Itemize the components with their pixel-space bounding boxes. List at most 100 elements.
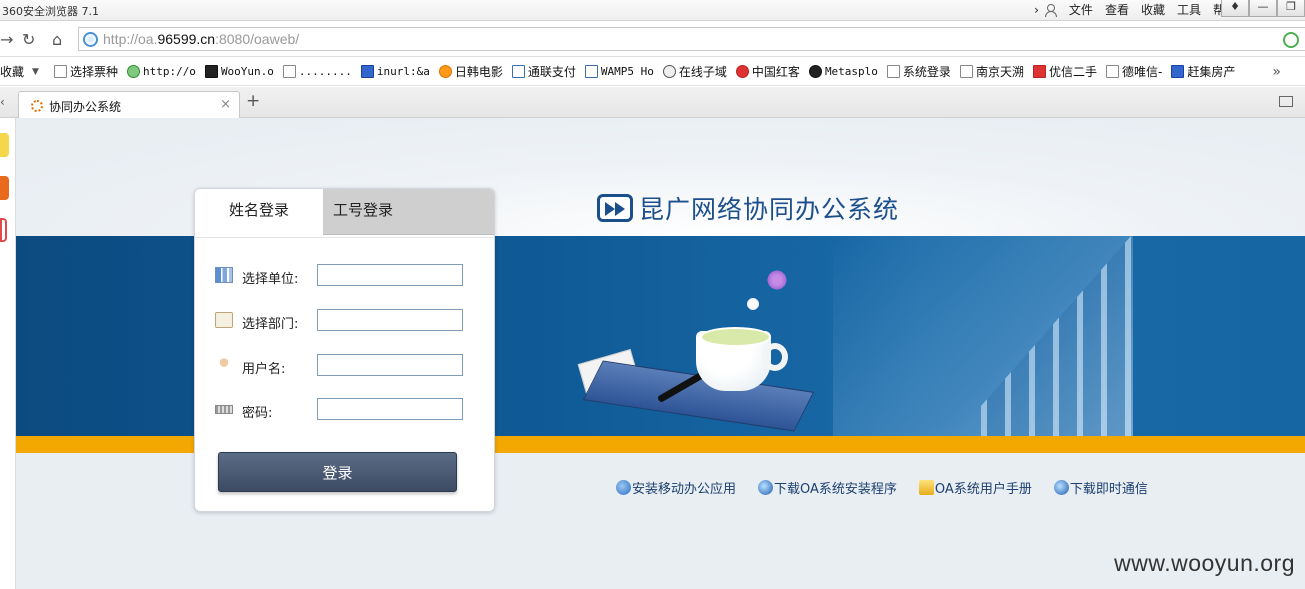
- menu-view[interactable]: 查看: [1105, 1, 1129, 18]
- system-title-text: 昆广网络协同办公系统: [639, 195, 900, 224]
- system-title: 昆广网络协同办公系统: [597, 190, 899, 226]
- tab-bar: ‹ 协同办公系统 ×: [0, 87, 1305, 119]
- fav-item[interactable]: 优信二手: [1032, 63, 1097, 80]
- minimize-button[interactable]: —: [1249, 0, 1277, 17]
- browser-sidebar: [0, 118, 16, 589]
- forward-icon[interactable]: →: [0, 30, 13, 49]
- tab-scroll-left-icon[interactable]: ‹: [0, 95, 5, 109]
- fav-item[interactable]: 赶集房产: [1171, 63, 1235, 80]
- watermark: www.wooyun.org: [1114, 550, 1295, 576]
- page-content: 昆广网络协同办公系统 姓名登录 工号登录 选择单位: 选择部门: 用户名: 密码…: [16, 118, 1305, 589]
- folder-icon: [918, 480, 934, 495]
- user-row: 用户名:: [215, 354, 475, 378]
- login-button[interactable]: 登录: [218, 452, 457, 492]
- fav-item[interactable]: 选择票种: [53, 63, 118, 80]
- globe-icon: [83, 32, 98, 47]
- page-icon: [886, 65, 900, 78]
- fav-item[interactable]: ........: [282, 65, 352, 78]
- address-bar: → ↻ ⌂ http://oa.96599.cn:8080/oaweb/: [0, 22, 1305, 57]
- fav-item[interactable]: 通联支付: [511, 63, 576, 80]
- window-controls: ♦ — ❐: [1221, 0, 1305, 17]
- url-field[interactable]: http://oa.96599.cn:8080/oaweb/: [78, 27, 1305, 51]
- window-title-bar: 360安全浏览器 7.1 › 文件 查看 收藏 工具 帮助 ♦ — ❐: [0, 0, 1305, 21]
- tab-active[interactable]: 协同办公系统 ×: [18, 91, 240, 119]
- play-icon: [438, 65, 452, 78]
- ganji-icon: [1171, 65, 1185, 78]
- link-download-oa[interactable]: 下载OA系统安装程序: [758, 478, 897, 497]
- maximize-button[interactable]: ❐: [1277, 0, 1305, 17]
- fav-item[interactable]: 德唯信-: [1105, 63, 1162, 80]
- password-row: 密码:: [215, 398, 475, 422]
- globe-icon: [758, 480, 774, 495]
- user-icon[interactable]: [1043, 3, 1057, 17]
- dept-input[interactable]: [317, 309, 463, 331]
- username-label: 用户名:: [242, 362, 286, 377]
- unit-input[interactable]: [317, 264, 463, 286]
- id-card-icon: [215, 312, 233, 328]
- fav-item[interactable]: WAMP5 Ho: [584, 65, 654, 78]
- username-input[interactable]: [317, 354, 463, 376]
- page-icon: [1105, 65, 1119, 78]
- skin-shirt-icon[interactable]: ♦: [1221, 0, 1249, 17]
- password-label: 密码:: [242, 406, 273, 421]
- green-gear-icon: [126, 65, 140, 78]
- link-download-im[interactable]: 下载即时通信: [1053, 478, 1148, 497]
- sidebar-app-icon[interactable]: [0, 218, 7, 242]
- unit-label: 选择单位:: [242, 272, 299, 287]
- close-tab-icon[interactable]: ×: [220, 97, 231, 112]
- url-text[interactable]: http://oa.96599.cn:8080/oaweb/: [103, 31, 299, 47]
- page-icon: [959, 65, 973, 78]
- menu-file[interactable]: 文件: [1069, 1, 1093, 18]
- page-icon: [53, 65, 67, 78]
- password-input[interactable]: [317, 398, 463, 420]
- download-links: 安装移动办公应用 下载OA系统安装程序 OA系统用户手册 下载即时通信: [616, 478, 1170, 497]
- fav-item[interactable]: 日韩电影: [438, 63, 503, 80]
- red-badge-icon: [735, 65, 749, 78]
- fav-item[interactable]: http://o: [126, 65, 196, 78]
- page-icon: [282, 65, 296, 78]
- fast-forward-logo-icon: [597, 194, 633, 222]
- red-bars-icon: [1032, 65, 1046, 78]
- favorites-bar: 收藏 ▼ 选择票种 http://o WooYun.o ........ inur…: [0, 58, 1305, 86]
- login-panel: 姓名登录 工号登录 选择单位: 选择部门: 用户名: 密码: 登录: [194, 188, 495, 512]
- home-icon[interactable]: ⌂: [52, 30, 62, 49]
- user-icon: [215, 357, 233, 373]
- menu-tools[interactable]: 工具: [1177, 1, 1201, 18]
- dept-row: 选择部门:: [215, 309, 475, 333]
- more-favorites-icon[interactable]: »: [1272, 64, 1281, 80]
- menu-bar: › 文件 查看 收藏 工具 帮助: [1034, 1, 1237, 18]
- paw-icon: [360, 65, 374, 78]
- globe-icon: [1053, 480, 1069, 495]
- favorites-menu[interactable]: 收藏 ▼: [0, 63, 39, 80]
- fav-item[interactable]: inurl:&a: [360, 65, 430, 78]
- link-mobile-app[interactable]: 安装移动办公应用: [616, 478, 736, 497]
- refresh-icon[interactable]: ↻: [22, 30, 35, 49]
- tool-icon: [511, 65, 525, 78]
- tab-name-login[interactable]: 姓名登录: [195, 189, 323, 235]
- window-title: 360安全浏览器 7.1: [2, 5, 99, 18]
- tab-id-login[interactable]: 工号登录: [323, 189, 494, 235]
- new-tab-icon[interactable]: +: [246, 91, 260, 111]
- restore-tabs-icon[interactable]: [1279, 96, 1293, 107]
- fav-item[interactable]: Metasplo: [808, 65, 878, 78]
- chevron-right-icon[interactable]: ›: [1034, 3, 1039, 17]
- fav-item[interactable]: WooYun.o: [204, 65, 274, 78]
- link-user-manual[interactable]: OA系统用户手册: [918, 478, 1032, 497]
- cup-handle-graphic: [762, 343, 788, 371]
- fav-item[interactable]: 在线子域: [662, 63, 727, 80]
- unit-row: 选择单位:: [215, 264, 475, 288]
- dept-label: 选择部门:: [242, 317, 299, 332]
- security-shield-icon[interactable]: [1283, 32, 1299, 48]
- keyboard-icon: [215, 405, 233, 414]
- building-icon: [215, 267, 233, 283]
- fav-item[interactable]: 南京天溯: [959, 63, 1024, 80]
- sidebar-star-icon[interactable]: [0, 133, 9, 157]
- fav-item[interactable]: 系统登录: [886, 63, 951, 80]
- sidebar-weibo-icon[interactable]: [0, 176, 9, 200]
- tab-divider: [195, 237, 494, 238]
- menu-favorites[interactable]: 收藏: [1141, 1, 1165, 18]
- cup-graphic: [696, 327, 771, 391]
- help-icon: [616, 480, 631, 495]
- tab-title: 协同办公系统: [49, 100, 122, 114]
- fav-item[interactable]: 中国红客: [735, 63, 800, 80]
